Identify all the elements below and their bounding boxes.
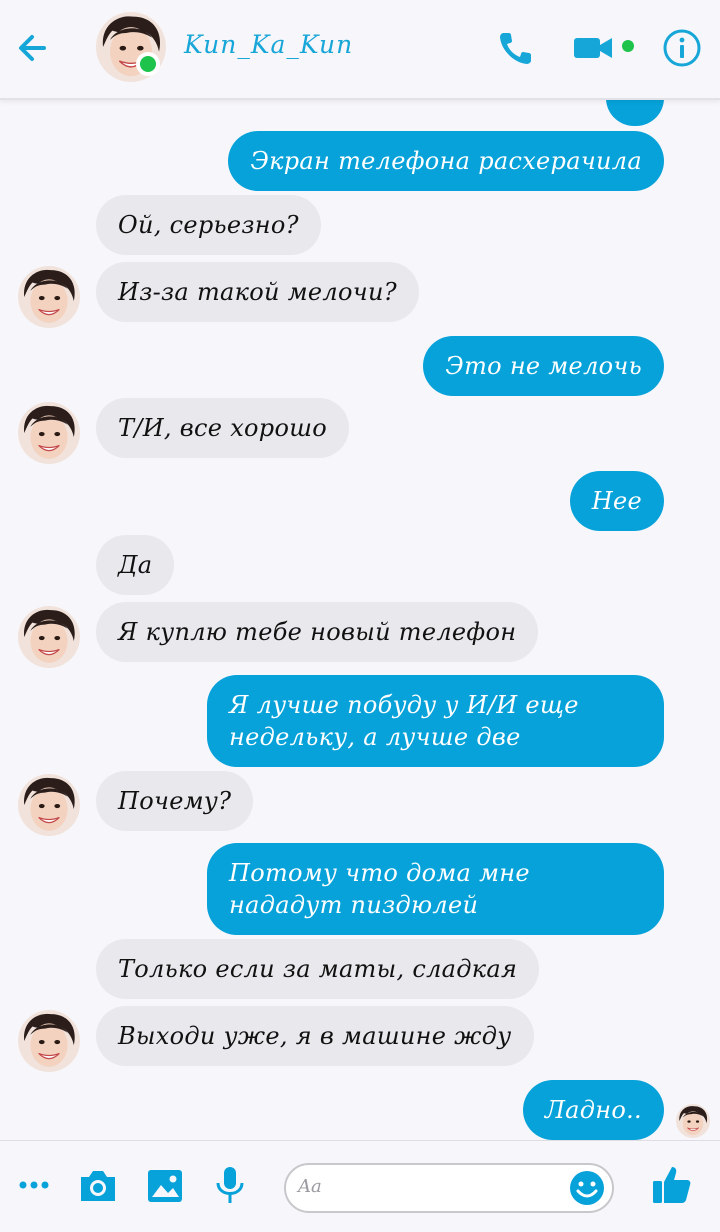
online-status-indicator xyxy=(136,52,160,76)
message-bubble-outgoing[interactable]: Ладно.. xyxy=(522,1080,664,1140)
image-icon[interactable] xyxy=(143,1163,187,1207)
message-bubble-incoming[interactable]: Т/И, все хорошо xyxy=(96,398,350,458)
message-bubble-outgoing[interactable]: Нее xyxy=(569,471,664,531)
thumbs-up-icon[interactable] xyxy=(650,1163,694,1207)
message-bubble-incoming[interactable]: Из-за такой мелочи? xyxy=(96,262,419,322)
contact-avatar[interactable] xyxy=(18,774,80,836)
message-bubble-incoming[interactable]: Почему? xyxy=(96,771,254,831)
contact-avatar[interactable] xyxy=(18,266,80,328)
message-bubble-incoming[interactable]: Да xyxy=(96,535,175,595)
contact-avatar[interactable] xyxy=(18,402,80,464)
message-bubble-outgoing[interactable]: Я лучше побуду у И/И еще недельку, а луч… xyxy=(207,675,664,767)
message-bubble-outgoing[interactable]: Потому что дома мне нададут пиздюлей xyxy=(207,843,664,935)
camera-icon[interactable] xyxy=(76,1163,120,1207)
contact-avatar[interactable] xyxy=(18,1010,80,1072)
seen-receipt-avatar xyxy=(676,1104,710,1138)
message-input[interactable]: Aa xyxy=(284,1163,614,1213)
message-bubble-incoming[interactable]: Я куплю тебе новый телефон xyxy=(96,602,539,662)
more-dots-icon[interactable] xyxy=(12,1163,56,1207)
contact-avatar[interactable] xyxy=(18,606,80,668)
active-now-dot xyxy=(622,40,634,52)
smiley-icon[interactable] xyxy=(568,1169,606,1207)
message-bubble-outgoing[interactable]: Экран телефона расхерачила xyxy=(228,131,664,191)
contact-name[interactable]: Kun_Ka_Kun xyxy=(184,30,353,59)
message-composer: Aa xyxy=(0,1140,720,1232)
message-bubble-incoming[interactable]: Выходи уже, я в машине жду xyxy=(96,1006,534,1066)
info-icon[interactable] xyxy=(662,28,702,68)
message-bubble-incoming[interactable]: Только если за маты, сладкая xyxy=(96,939,540,999)
conversation-header: Kun_Ka_Kun xyxy=(0,0,720,100)
microphone-icon[interactable] xyxy=(208,1163,252,1207)
phone-icon[interactable] xyxy=(494,26,538,70)
message-input-placeholder: Aa xyxy=(298,1176,322,1197)
message-bubble-incoming[interactable]: Ой, серьезно? xyxy=(96,195,321,255)
arrow-left-icon[interactable] xyxy=(10,26,54,70)
video-camera-icon[interactable] xyxy=(572,28,616,68)
message-bubble-outgoing[interactable]: Это не мелочь xyxy=(423,336,664,396)
